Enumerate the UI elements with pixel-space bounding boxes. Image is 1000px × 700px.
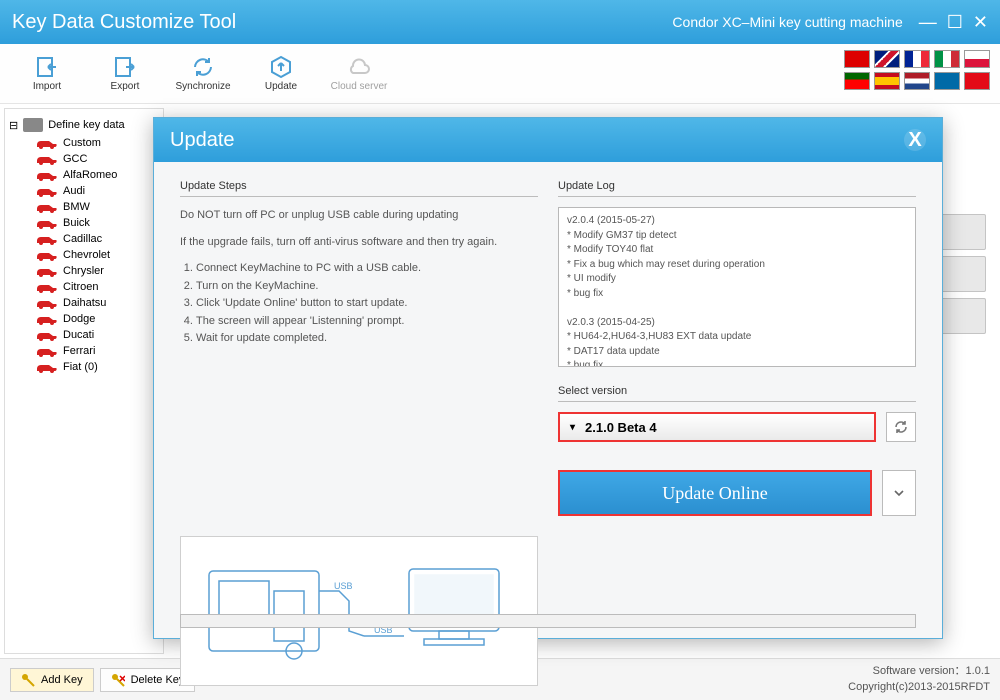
car-icon xyxy=(35,265,59,277)
dialog-title: Update xyxy=(170,129,235,152)
tree-item[interactable]: Custom xyxy=(35,135,161,151)
chevron-down-icon xyxy=(893,487,905,499)
car-icon xyxy=(35,313,59,325)
dialog-close-button[interactable]: X xyxy=(904,129,926,151)
update-dialog: Update X Update Steps Do NOT turn off PC… xyxy=(153,117,943,639)
car-icon xyxy=(35,169,59,181)
tree-item[interactable]: Ducati xyxy=(35,327,161,343)
update-online-button[interactable]: Update Online xyxy=(558,470,872,516)
car-icon xyxy=(35,329,59,341)
log-header: Update Log xyxy=(558,180,916,197)
flag-china[interactable] xyxy=(844,50,870,68)
step-item: The screen will appear 'Listenning' prom… xyxy=(196,313,538,331)
car-icon xyxy=(35,153,59,165)
export-icon xyxy=(113,55,137,79)
sync-icon xyxy=(191,55,215,79)
cloud-icon xyxy=(347,55,371,79)
car-icon xyxy=(35,281,59,293)
cloud-button: Cloud server xyxy=(320,46,398,102)
update-button[interactable]: Update xyxy=(242,46,320,102)
key-add-icon xyxy=(21,673,35,687)
update-icon xyxy=(269,55,293,79)
steps-warn1: Do NOT turn off PC or unplug USB cable d… xyxy=(180,207,538,224)
car-icon xyxy=(35,137,59,149)
titlebar: Key Data Customize Tool Condor XC–Mini k… xyxy=(0,0,1000,44)
tree-item[interactable]: AlfaRomeo xyxy=(35,167,161,183)
tree-root[interactable]: ⊟ Define key data xyxy=(7,115,161,135)
step-item: Connect KeyMachine to PC with a USB cabl… xyxy=(196,260,538,278)
tree-item[interactable]: Citroen xyxy=(35,279,161,295)
step-item: Wait for update completed. xyxy=(196,330,538,348)
update-log-section: Update Log v2.0.4 (2015-05-27)* Modify G… xyxy=(558,180,916,516)
expand-icon[interactable]: ⊟ xyxy=(9,119,18,132)
key-3[interactable] xyxy=(940,214,986,250)
flag-portugal[interactable] xyxy=(844,72,870,90)
car-icon xyxy=(35,361,59,373)
tree-item[interactable]: Daihatsu xyxy=(35,295,161,311)
car-icon xyxy=(35,297,59,309)
connection-diagram: USB USB xyxy=(180,536,538,686)
car-icon xyxy=(35,201,59,213)
app-subtitle: Condor XC–Mini key cutting machine xyxy=(672,14,902,30)
key-6[interactable] xyxy=(940,256,986,292)
add-key-button[interactable]: Add Key xyxy=(10,668,94,692)
tree-item[interactable]: Audi xyxy=(35,183,161,199)
tree-item[interactable]: Chrysler xyxy=(35,263,161,279)
step-item: Click 'Update Online' button to start up… xyxy=(196,295,538,313)
close-button[interactable]: ✕ xyxy=(973,12,988,33)
toolbar: Import Export Synchronize Update Cloud s… xyxy=(0,44,1000,104)
car-icon xyxy=(35,249,59,261)
copyright: Copyright(c)2013-2015RFDT xyxy=(848,680,990,695)
flag-netherlands[interactable] xyxy=(904,72,930,90)
tree-item[interactable]: Ferrari xyxy=(35,343,161,359)
flag-poland[interactable] xyxy=(964,50,990,68)
tree-item[interactable]: Fiat (0) xyxy=(35,359,161,375)
maximize-button[interactable]: ☐ xyxy=(947,12,963,33)
steps-header: Update Steps xyxy=(180,180,538,197)
tree-item[interactable]: BMW xyxy=(35,199,161,215)
step-item: Turn on the KeyMachine. xyxy=(196,278,538,296)
refresh-icon xyxy=(893,419,909,435)
app-title: Key Data Customize Tool xyxy=(12,11,672,34)
key-delete-icon xyxy=(111,673,125,687)
car-icon xyxy=(35,217,59,229)
usb-label-1: USB xyxy=(334,581,353,591)
flag-turkey[interactable] xyxy=(964,72,990,90)
select-version-header: Select version xyxy=(558,385,916,402)
update-steps-section: Update Steps Do NOT turn off PC or unplu… xyxy=(180,180,538,516)
tree-panel: ⊟ Define key data CustomGCCAlfaRomeoAudi… xyxy=(4,108,164,654)
export-button[interactable]: Export xyxy=(86,46,164,102)
flag-uk[interactable] xyxy=(874,50,900,68)
key-9[interactable] xyxy=(940,298,986,334)
log-textarea[interactable]: v2.0.4 (2015-05-27)* Modify GM37 tip det… xyxy=(558,207,916,367)
tree-item[interactable]: Buick xyxy=(35,215,161,231)
progress-bar xyxy=(180,614,916,628)
flag-france[interactable] xyxy=(904,50,930,68)
steps-warn2: If the upgrade fails, turn off anti-viru… xyxy=(180,234,538,251)
version-dropdown[interactable]: 2.1.0 Beta 4 xyxy=(558,412,876,442)
tree-item[interactable]: Cadillac xyxy=(35,231,161,247)
machine-icon xyxy=(22,117,44,133)
update-dropdown-button[interactable] xyxy=(882,470,916,516)
tree-item[interactable]: GCC xyxy=(35,151,161,167)
sync-button[interactable]: Synchronize xyxy=(164,46,242,102)
car-icon xyxy=(35,185,59,197)
tree-item[interactable]: Chevrolet xyxy=(35,247,161,263)
flag-spain[interactable] xyxy=(874,72,900,90)
import-icon xyxy=(35,55,59,79)
tree-item[interactable]: Dodge xyxy=(35,311,161,327)
software-version: Software version：1.0.1 xyxy=(848,664,990,679)
language-flags xyxy=(844,50,990,90)
car-icon xyxy=(35,345,59,357)
car-icon xyxy=(35,233,59,245)
flag-italy[interactable] xyxy=(934,50,960,68)
minimize-button[interactable]: — xyxy=(919,12,937,33)
dialog-header: Update X xyxy=(154,118,942,162)
refresh-button[interactable] xyxy=(886,412,916,442)
import-button[interactable]: Import xyxy=(8,46,86,102)
flag-sweden[interactable] xyxy=(934,72,960,90)
